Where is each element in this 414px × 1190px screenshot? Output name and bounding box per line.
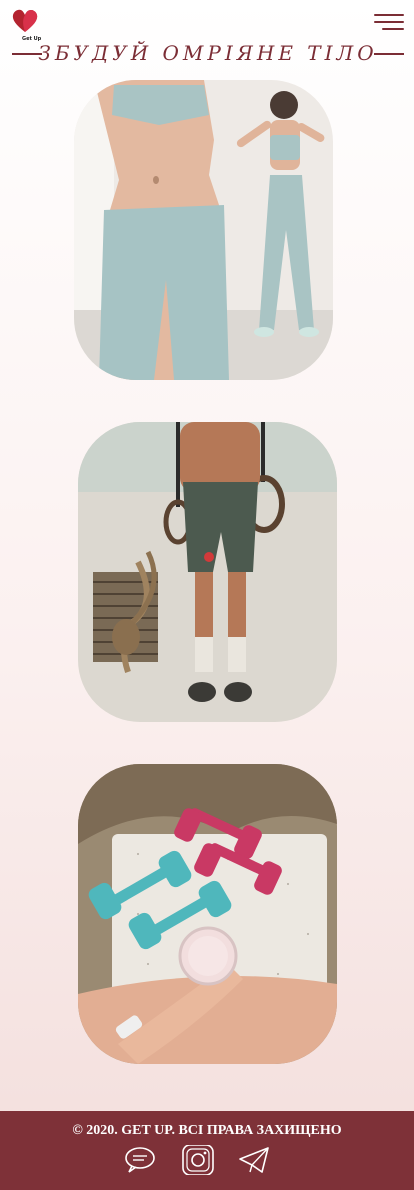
page-title: ЗБУДУЙ ОМРІЯНЕ ТІЛО: [38, 41, 378, 65]
heart-logo-icon: [12, 9, 38, 32]
gallery-photo-sportswear: [74, 80, 333, 380]
gallery-photo-dumbbells: [78, 764, 337, 1064]
telegram-icon[interactable]: [237, 1145, 271, 1175]
chat-bubble-icon[interactable]: [123, 1145, 157, 1175]
site-header: Get Up: [0, 0, 414, 42]
title-divider-right: [374, 53, 404, 55]
hamburger-menu-icon[interactable]: [372, 12, 404, 32]
gallery-photo-gym-rings: [78, 422, 337, 722]
site-footer: © 2020. GET UP. ВСІ ПРАВА ЗАХИЩЕНО: [0, 1111, 414, 1190]
copyright-text: © 2020. GET UP. ВСІ ПРАВА ЗАХИЩЕНО: [72, 1123, 342, 1138]
hero-title-row: ЗБУДУЙ ОМРІЯНЕ ТІЛО: [12, 41, 404, 66]
logo[interactable]: Get Up: [10, 8, 41, 42]
instagram-icon[interactable]: [181, 1145, 215, 1175]
